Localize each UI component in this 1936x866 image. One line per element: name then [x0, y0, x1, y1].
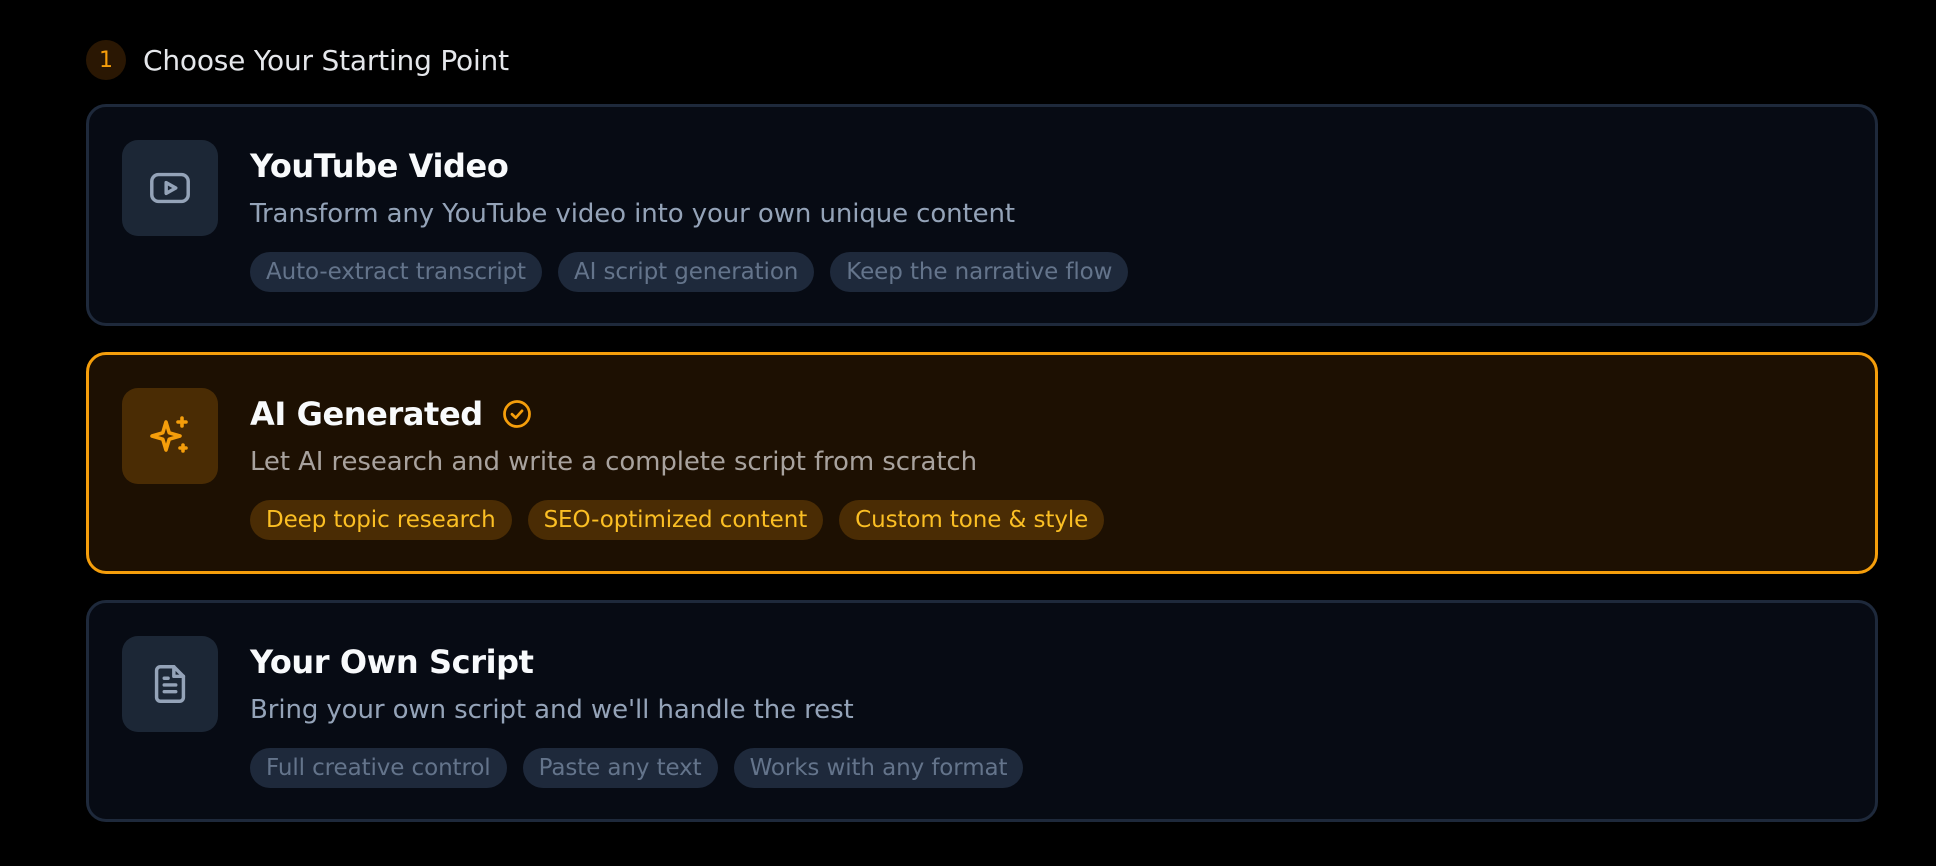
option-title-row: AI Generated	[250, 391, 533, 437]
document-icon	[122, 636, 218, 732]
feature-tag: Works with any format	[733, 748, 1024, 788]
feature-tag: SEO-optimized content	[527, 500, 824, 540]
option-tags: Full creative control Paste any text Wor…	[250, 748, 1024, 788]
option-title-row: YouTube Video	[250, 143, 509, 189]
option-tags: Deep topic research SEO-optimized conten…	[250, 500, 1105, 540]
option-card-youtube-video[interactable]: YouTube Video Transform any YouTube vide…	[86, 104, 1878, 326]
step-title: Choose Your Starting Point	[143, 43, 509, 77]
feature-tag: AI script generation	[557, 252, 815, 292]
feature-tag: Custom tone & style	[839, 500, 1105, 540]
step-number-badge: 1	[86, 40, 126, 80]
option-title: Your Own Script	[250, 643, 534, 681]
option-tags: Auto-extract transcript AI script genera…	[250, 252, 1129, 292]
youtube-play-icon	[122, 140, 218, 236]
feature-tag: Deep topic research	[250, 500, 512, 540]
feature-tag: Paste any text	[522, 748, 718, 788]
feature-tag: Auto-extract transcript	[250, 252, 542, 292]
option-title: YouTube Video	[250, 147, 509, 185]
option-description: Transform any YouTube video into your ow…	[250, 199, 1016, 229]
step-header: 1 Choose Your Starting Point	[86, 40, 509, 80]
feature-tag: Full creative control	[250, 748, 507, 788]
sparkles-icon	[122, 388, 218, 484]
option-title: AI Generated	[250, 395, 483, 433]
check-circle-icon	[501, 398, 533, 430]
option-card-ai-generated[interactable]: AI Generated Let AI research and write a…	[86, 352, 1878, 574]
option-description: Bring your own script and we'll handle t…	[250, 695, 854, 725]
option-description: Let AI research and write a complete scr…	[250, 447, 977, 477]
option-title-row: Your Own Script	[250, 639, 534, 685]
option-card-own-script[interactable]: Your Own Script Bring your own script an…	[86, 600, 1878, 822]
feature-tag: Keep the narrative flow	[830, 252, 1129, 292]
